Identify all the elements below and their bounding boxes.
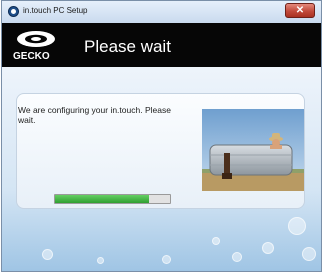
bubble: [97, 257, 104, 264]
bubble: [212, 237, 220, 245]
bubble: [232, 252, 242, 262]
bubble: [302, 247, 316, 261]
status-message: We are configuring your in.touch. Please…: [18, 105, 171, 125]
bubble: [262, 242, 274, 254]
logo-text: GECKO: [13, 51, 50, 62]
bubble: [42, 249, 53, 260]
app-icon: [8, 6, 19, 17]
progress-fill: [55, 195, 150, 203]
close-button[interactable]: ✕: [285, 3, 315, 18]
setup-window: in.touch PC Setup ✕ GECKO Please wait We…: [1, 0, 322, 272]
progress-bar: [54, 194, 171, 204]
title-bar[interactable]: in.touch PC Setup ✕: [2, 1, 321, 24]
hot-tub-photo: [202, 109, 304, 191]
bubble: [288, 217, 306, 235]
page-title: Please wait: [84, 37, 171, 56]
window-title: in.touch PC Setup: [23, 6, 88, 15]
gecko-logo: GECKO: [13, 31, 55, 62]
bubble: [162, 255, 171, 264]
